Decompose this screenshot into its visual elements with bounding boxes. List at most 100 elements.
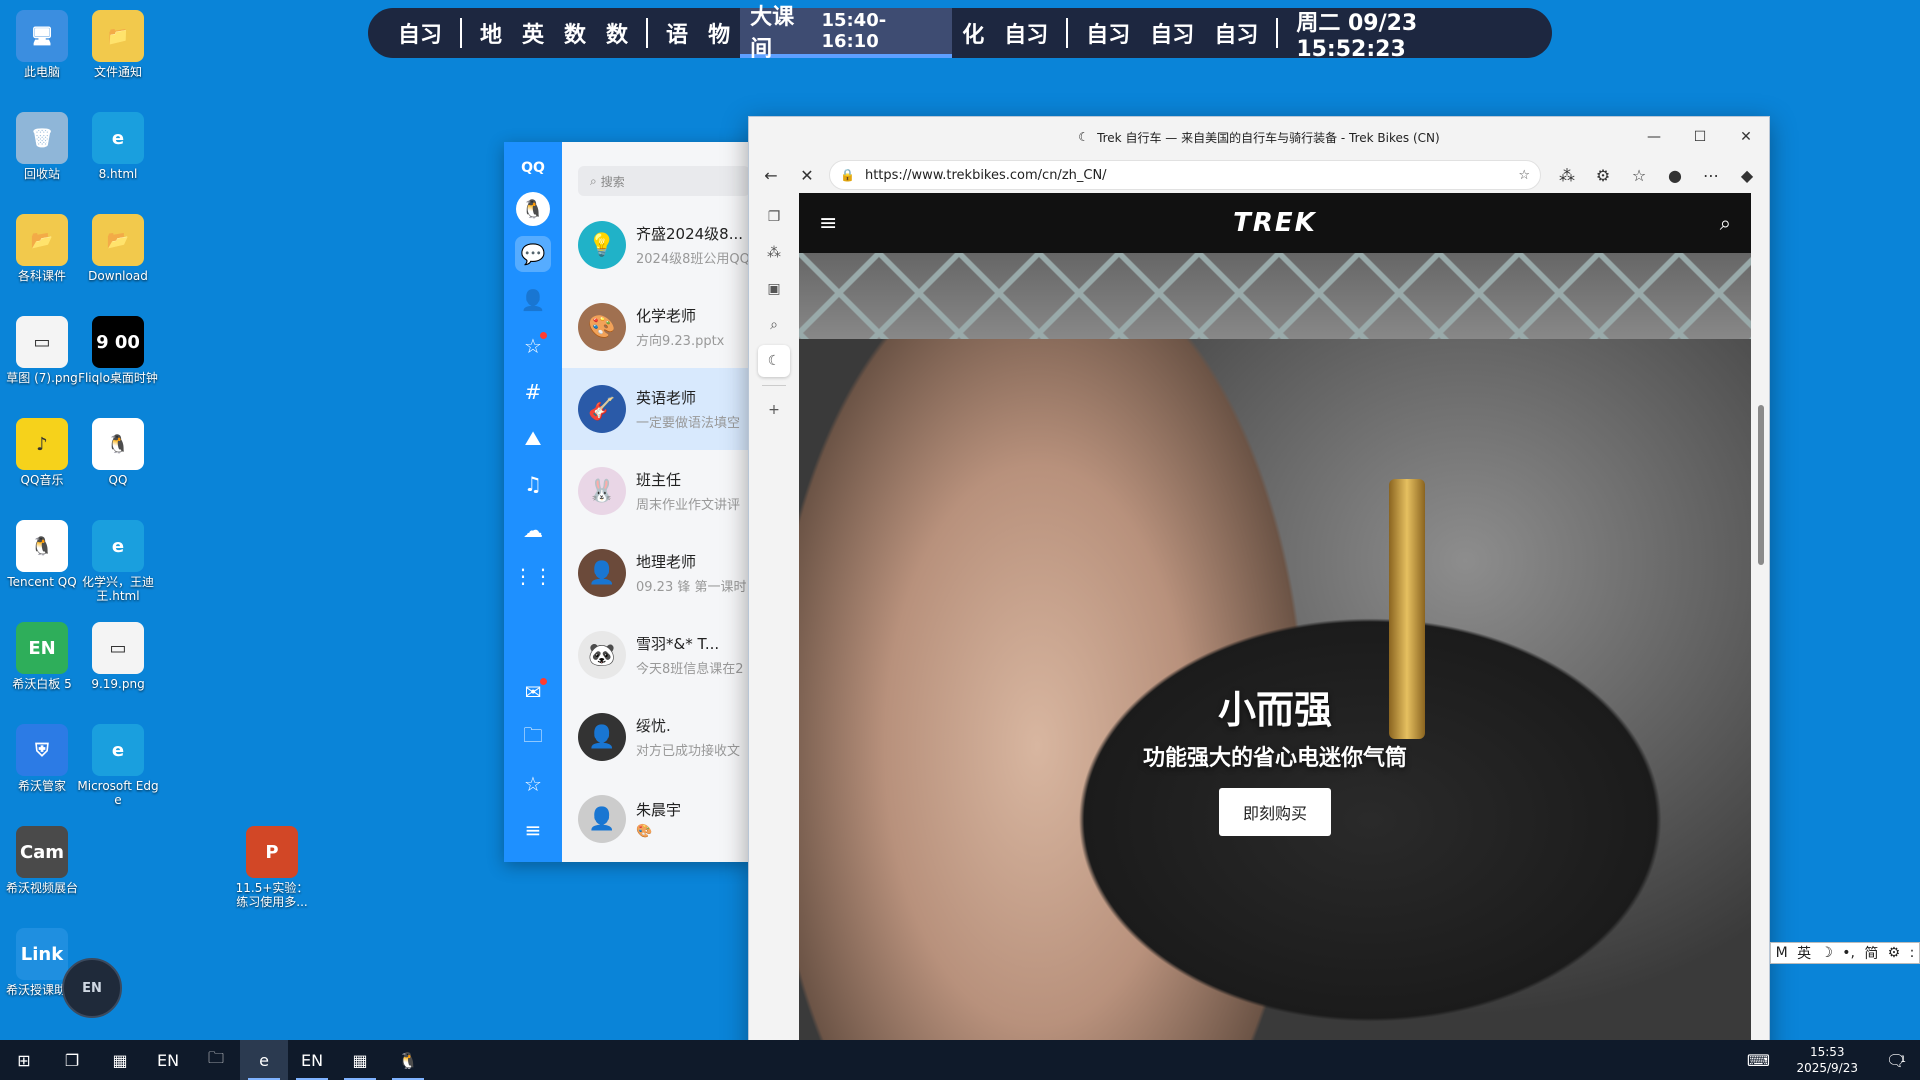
- close-button[interactable]: ✕: [1723, 117, 1769, 157]
- desktop-icon[interactable]: e 8.html: [76, 112, 160, 181]
- task-view-icon[interactable]: ❐: [48, 1040, 96, 1080]
- desktop-icon[interactable]: ▭ 9.19.png: [76, 622, 160, 691]
- desktop-icon[interactable]: P 11.5+实验：练习使用多...: [230, 826, 314, 909]
- desktop-icon[interactable]: ⛨ 希沃管家: [0, 724, 84, 793]
- bookmark-icon[interactable]: ☆: [515, 766, 551, 802]
- desktop-icon[interactable]: 📂 各科课件: [0, 214, 84, 283]
- messages-icon[interactable]: 💬: [515, 236, 551, 272]
- desktop-icon[interactable]: e 化学兴，王迪王.html: [76, 520, 160, 603]
- desktop-icon[interactable]: 📂 Download: [76, 214, 160, 283]
- favorites-icon[interactable]: ☆: [1621, 159, 1657, 191]
- cloud-icon[interactable]: ☁: [515, 512, 551, 548]
- schedule-period: 自习: [1086, 23, 1131, 48]
- edge-icon: e: [92, 112, 144, 164]
- notification-dot: [540, 678, 547, 685]
- chat-list-item[interactable]: 👤 朱晨宇 🎨: [562, 778, 750, 860]
- more-options-icon[interactable]: ⋯: [1693, 159, 1729, 191]
- contacts-icon[interactable]: 👤: [515, 282, 551, 318]
- start-button[interactable]: ⊞: [0, 1040, 48, 1080]
- ime-item[interactable]: ⚙: [1888, 945, 1901, 961]
- desktop-icon-label: Tencent QQ: [7, 575, 77, 589]
- search-input[interactable]: ⌕ 搜索: [578, 166, 750, 196]
- taskbar-clock[interactable]: 15:53 2025/9/23: [1782, 1044, 1872, 1076]
- desktop-icon[interactable]: 🐧 QQ: [76, 418, 160, 487]
- desktop-icon[interactable]: ▭ 草图 (7).png: [0, 316, 84, 385]
- trek-logo[interactable]: TREK: [1233, 208, 1317, 238]
- ime-item[interactable]: 简: [1864, 943, 1878, 963]
- tab-icon[interactable]: ▣: [758, 273, 790, 305]
- favorite-star-icon[interactable]: ☆: [1518, 168, 1530, 183]
- buy-now-button[interactable]: 即刻购买: [1218, 788, 1331, 836]
- schedule-divider: [1066, 18, 1069, 48]
- copilot-icon[interactable]: ◆: [1729, 159, 1765, 191]
- mail-icon[interactable]: ✉: [515, 674, 551, 710]
- desktop-icon-label: 11.5+实验：练习使用多...: [235, 881, 309, 909]
- edge-app-icon[interactable]: e: [240, 1040, 288, 1080]
- chat-list-item[interactable]: 💡 齐盛2024级8... 2024级8班公用QQ: [562, 204, 750, 286]
- easinote-float-button[interactable]: EN: [62, 958, 122, 1018]
- minimize-button[interactable]: —: [1631, 117, 1677, 157]
- desktop-icon[interactable]: 🐧 Tencent QQ: [0, 520, 84, 589]
- collections-icon[interactable]: ⁂: [1549, 159, 1585, 191]
- easinote-app-icon[interactable]: EN: [144, 1040, 192, 1080]
- tab-actions-icon[interactable]: ❐: [758, 201, 790, 233]
- chat-list-item[interactable]: 🎨 化学老师 方向9.23.pptx: [562, 286, 750, 368]
- chat-preview: 09.23 锋 第一课时: [636, 580, 747, 595]
- user-avatar[interactable]: 🐧: [516, 192, 550, 226]
- web-page: ≡ TREK ⌕ 小而强 功能强大的省心电迷你气筒 即刻购买: [799, 193, 1751, 1079]
- camera-app-icon[interactable]: ▦: [96, 1040, 144, 1080]
- desktop-icon[interactable]: e Microsoft Edge: [76, 724, 160, 807]
- back-button[interactable]: ←: [753, 159, 789, 191]
- scrollbar[interactable]: [1755, 275, 1767, 1079]
- current-period-label: 大课间: [750, 5, 795, 62]
- search-icon[interactable]: ⌕: [1720, 211, 1731, 235]
- desktop-icon[interactable]: Cam 希沃视频展台: [0, 826, 84, 895]
- apps-grid-icon[interactable]: ⋮⋮: [513, 558, 553, 594]
- tab-icon[interactable]: ⁂: [758, 237, 790, 269]
- profile-icon[interactable]: ●: [1657, 159, 1693, 191]
- desktop-icon[interactable]: 📁 文件通知: [76, 10, 160, 79]
- maximize-button[interactable]: ☐: [1677, 117, 1723, 157]
- menu-icon[interactable]: ≡: [515, 812, 551, 848]
- desktop-icon[interactable]: 🗑 回收站: [0, 112, 84, 181]
- active-tab-trek[interactable]: ☾: [758, 345, 790, 377]
- file-explorer-icon[interactable]: 🗀: [192, 1040, 240, 1080]
- ime-item[interactable]: •,: [1842, 945, 1855, 961]
- chat-list-item[interactable]: 🎸 英语老师 一定要做语法填空: [562, 368, 750, 450]
- qq-app-icon[interactable]: 🐧: [384, 1040, 432, 1080]
- hamburger-menu-icon[interactable]: ≡: [819, 211, 837, 236]
- ime-item[interactable]: 英: [1797, 943, 1811, 963]
- chat-name: 绥忧.: [636, 717, 671, 735]
- stop-loading-button[interactable]: ✕: [789, 159, 825, 191]
- camera-running-icon[interactable]: ▦: [336, 1040, 384, 1080]
- desktop-icon[interactable]: EN 希沃白板 5: [0, 622, 84, 691]
- ime-item[interactable]: :: [1910, 945, 1915, 961]
- qq-music-icon: ♪: [16, 418, 68, 470]
- address-bar[interactable]: 🔒 https://www.trekbikes.com/cn/zh_CN/ ☆: [829, 160, 1541, 190]
- album-icon[interactable]: ⛰: [515, 420, 551, 456]
- extensions-icon[interactable]: ⚙: [1585, 159, 1621, 191]
- browser-toolbar: ← ✕ 🔒 https://www.trekbikes.com/cn/zh_CN…: [749, 157, 1769, 193]
- notification-center-icon[interactable]: 🗨 1: [1872, 1040, 1920, 1080]
- scroll-thumb[interactable]: [1758, 405, 1764, 565]
- keyboard-icon[interactable]: ⌨: [1734, 1040, 1782, 1080]
- chat-list-item[interactable]: 👤 地理老师 09.23 锋 第一课时: [562, 532, 750, 614]
- chat-list-item[interactable]: 🐼 雪羽*&* T... 今天8班信息课在2: [562, 614, 750, 696]
- channels-icon[interactable]: #: [515, 374, 551, 410]
- ime-item[interactable]: M: [1776, 945, 1788, 961]
- favorites-icon[interactable]: ☆: [515, 328, 551, 364]
- easinote-running-icon[interactable]: EN: [288, 1040, 336, 1080]
- chat-name: 英语老师: [636, 389, 697, 407]
- desktop-icon[interactable]: 🖥 此电脑: [0, 10, 84, 79]
- music-icon[interactable]: ♫: [515, 466, 551, 502]
- new-tab-button[interactable]: +: [758, 394, 790, 426]
- tab-icon[interactable]: ⌕: [758, 309, 790, 341]
- folder-icon[interactable]: 🗀: [515, 720, 551, 756]
- schedule-period: 自习: [1214, 23, 1259, 48]
- ime-item[interactable]: ☽: [1820, 945, 1833, 961]
- desktop-icon[interactable]: 9 00 Fliqlo桌面时钟: [76, 316, 160, 385]
- chat-list-item[interactable]: 🐰 班主任 周末作业作文讲评: [562, 450, 750, 532]
- chat-list-item[interactable]: 👤 绥忧. 对方已成功接收文: [562, 696, 750, 778]
- desktop-icon-label: 回收站: [23, 167, 60, 181]
- desktop-icon[interactable]: ♪ QQ音乐: [0, 418, 84, 487]
